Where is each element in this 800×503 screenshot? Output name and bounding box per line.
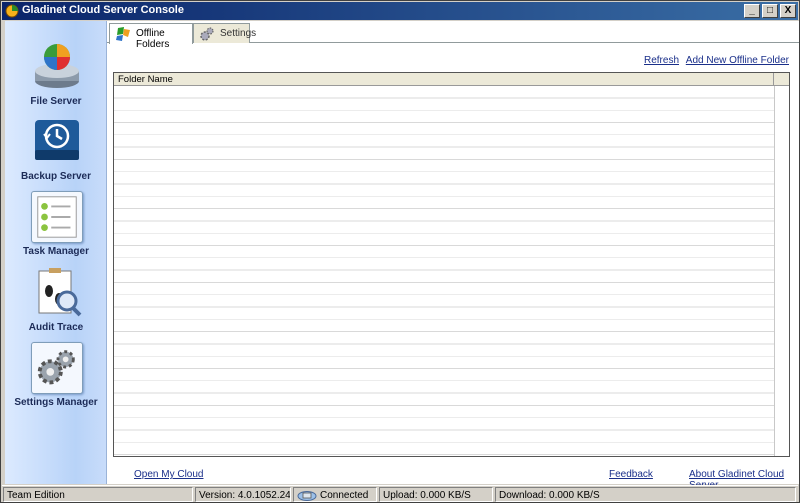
status-connection: Connected: [293, 487, 377, 502]
sidebar-item-label: Audit Trace: [28, 322, 84, 333]
tab-strip: Offline Folders Settings: [107, 21, 799, 50]
audit-trace-icon: [38, 268, 82, 317]
status-edition: Team Edition: [3, 487, 193, 502]
add-offline-folder-link[interactable]: Add New Offline Folder: [686, 55, 789, 66]
refresh-link[interactable]: Refresh: [644, 55, 679, 66]
tab-settings[interactable]: Settings: [193, 23, 256, 43]
window-controls: _ □ X: [744, 4, 796, 18]
title-bar[interactable]: Gladinet Cloud Server Console _ □ X: [2, 2, 798, 20]
window-title: Gladinet Cloud Server Console: [22, 4, 184, 16]
maximize-button[interactable]: □: [762, 4, 778, 18]
settings-manager-icon: [31, 342, 83, 394]
sidebar-item-label: Settings Manager: [14, 397, 98, 408]
sidebar-item-label: Task Manager: [23, 246, 89, 257]
status-connection-text: Connected: [320, 490, 369, 501]
file-server-icon: [35, 44, 79, 88]
status-upload: Upload: 0.000 KB/S: [379, 487, 493, 502]
backup-server-icon: [35, 120, 79, 160]
tab-label: Offline Folders: [136, 28, 170, 50]
sidebar-item-task-manager[interactable]: Task Manager: [5, 191, 107, 263]
status-bar: Team Edition Version: 4.0.1052.24631 Con…: [2, 485, 798, 502]
toolbar-links: Refresh Add New Offline Folder: [640, 55, 789, 66]
footer-links: Open My Cloud Feedback About Gladinet Cl…: [107, 469, 799, 491]
sidebar-item-settings-manager[interactable]: Settings Manager: [5, 342, 107, 414]
cloud-connected-icon: [297, 491, 317, 501]
feedback-link[interactable]: Feedback: [609, 469, 653, 480]
minimize-button[interactable]: _: [744, 4, 760, 18]
task-manager-icon: [31, 191, 83, 243]
table-scroll-area[interactable]: [774, 86, 789, 456]
sidebar-item-label: Backup Server: [20, 171, 92, 182]
tab-offline-folders[interactable]: Offline Folders: [109, 23, 193, 50]
settings-gear-icon: [200, 27, 214, 41]
offline-folders-icon: [116, 27, 130, 41]
sidebar-item-file-server[interactable]: File Server: [5, 41, 107, 113]
sidebar-item-audit-trace[interactable]: Audit Trace: [5, 267, 107, 339]
sidebar-item-backup-server[interactable]: Backup Server: [5, 116, 107, 188]
open-my-cloud-link[interactable]: Open My Cloud: [134, 469, 203, 480]
column-header-folder-name[interactable]: Folder Name: [114, 73, 774, 86]
offline-folders-table: Folder Name: [113, 72, 790, 457]
gladinet-logo-icon: [5, 4, 19, 18]
close-button[interactable]: X: [780, 4, 796, 18]
sidebar: File Server Backup Server Task Manager A…: [5, 21, 107, 484]
status-download: Download: 0.000 KB/S: [495, 487, 796, 502]
table-body[interactable]: [114, 86, 774, 456]
main-panel: Offline Folders Settings Refresh Add New…: [107, 21, 799, 491]
status-version: Version: 4.0.1052.24631: [195, 487, 291, 502]
tab-label: Settings: [220, 28, 257, 39]
table-header: Folder Name: [114, 73, 789, 86]
sidebar-item-label: File Server: [30, 96, 82, 107]
app-window: Gladinet Cloud Server Console _ □ X File…: [0, 0, 800, 503]
